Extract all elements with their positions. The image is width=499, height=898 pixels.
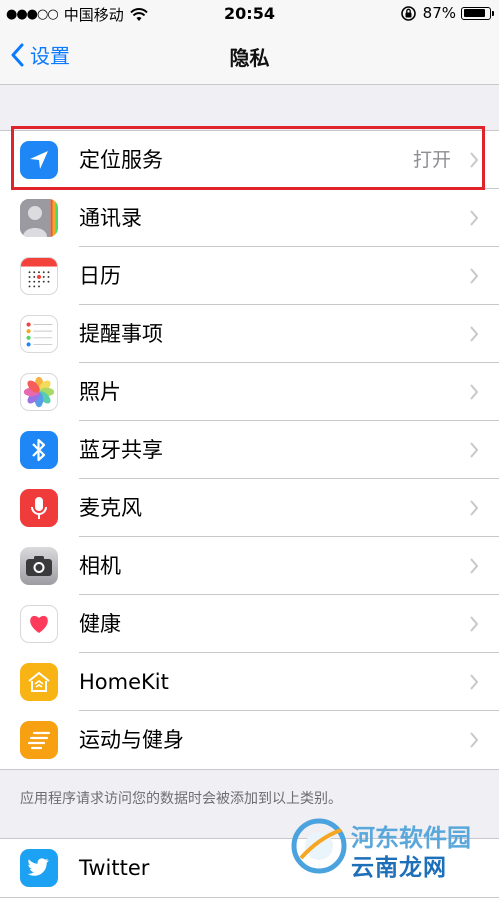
page-title: 隐私 [229, 46, 270, 70]
item-label: 提醒事项 [79, 322, 163, 346]
calendar-icon [20, 257, 58, 295]
twitter-bird-icon [20, 849, 58, 887]
watermark-logo-icon [291, 818, 347, 874]
chevron-right-icon [470, 442, 479, 458]
item-label: 蓝牙共享 [79, 438, 163, 462]
watermark-line2: 云南龙网 [351, 855, 447, 881]
list-item-photos[interactable]: 照片 [0, 363, 499, 421]
item-label: HomeKit [79, 670, 169, 694]
item-label: Twitter [79, 856, 150, 880]
chevron-right-icon [470, 326, 479, 342]
privacy-list: 定位服务 打开 通讯录 日历 提醒事项 照片 蓝牙共享 麦克风 相机 健康 Ho… [0, 130, 499, 770]
list-item-reminders[interactable]: 提醒事项 [0, 305, 499, 363]
chevron-right-icon [470, 616, 479, 632]
navigation-bar: 设置 隐私 [0, 28, 499, 85]
battery-percent: 87% [422, 4, 456, 22]
list-item-contacts[interactable]: 通讯录 [0, 189, 499, 247]
camera-icon [20, 547, 58, 585]
list-item-calendars[interactable]: 日历 [0, 247, 499, 305]
status-bar: ●●●○○ 中国移动 20:54 87% [0, 0, 499, 28]
list-item-microphone[interactable]: 麦克风 [0, 479, 499, 537]
rotation-lock-icon [400, 5, 416, 21]
chevron-right-icon [470, 558, 479, 574]
list-item-motion-fitness[interactable]: 运动与健身 [0, 711, 499, 769]
item-label: 日历 [79, 264, 121, 288]
list-item-bluetooth-sharing[interactable]: 蓝牙共享 [0, 421, 499, 479]
battery-icon [461, 6, 494, 20]
motion-fitness-icon [20, 721, 58, 759]
chevron-right-icon [470, 268, 479, 284]
chevron-right-icon [470, 674, 479, 690]
list-item-homekit[interactable]: HomeKit [0, 653, 499, 711]
chevron-right-icon [470, 384, 479, 400]
list-item-camera[interactable]: 相机 [0, 537, 499, 595]
list-item-health[interactable]: 健康 [0, 595, 499, 653]
item-label: 麦克风 [79, 496, 142, 520]
item-label: 健康 [79, 612, 121, 636]
contacts-icon [20, 199, 58, 237]
chevron-right-icon [470, 500, 479, 516]
item-label: 照片 [79, 380, 121, 404]
privacy-footer-note: 应用程序请求访问您的数据时会被添加到以上类别。 [20, 791, 342, 807]
homekit-house-icon [20, 663, 58, 701]
reminders-icon [20, 315, 58, 353]
watermark: 河东软件园 云南龙网 [291, 816, 491, 881]
highlight-box [11, 126, 485, 190]
item-label: 通讯录 [79, 206, 142, 230]
microphone-icon [20, 489, 58, 527]
bluetooth-icon [20, 431, 58, 469]
photos-icon [20, 373, 58, 411]
chevron-right-icon [470, 732, 479, 748]
item-label: 相机 [79, 554, 121, 578]
health-heart-icon [20, 605, 58, 643]
item-label: 运动与健身 [79, 728, 184, 752]
chevron-right-icon [470, 210, 479, 226]
